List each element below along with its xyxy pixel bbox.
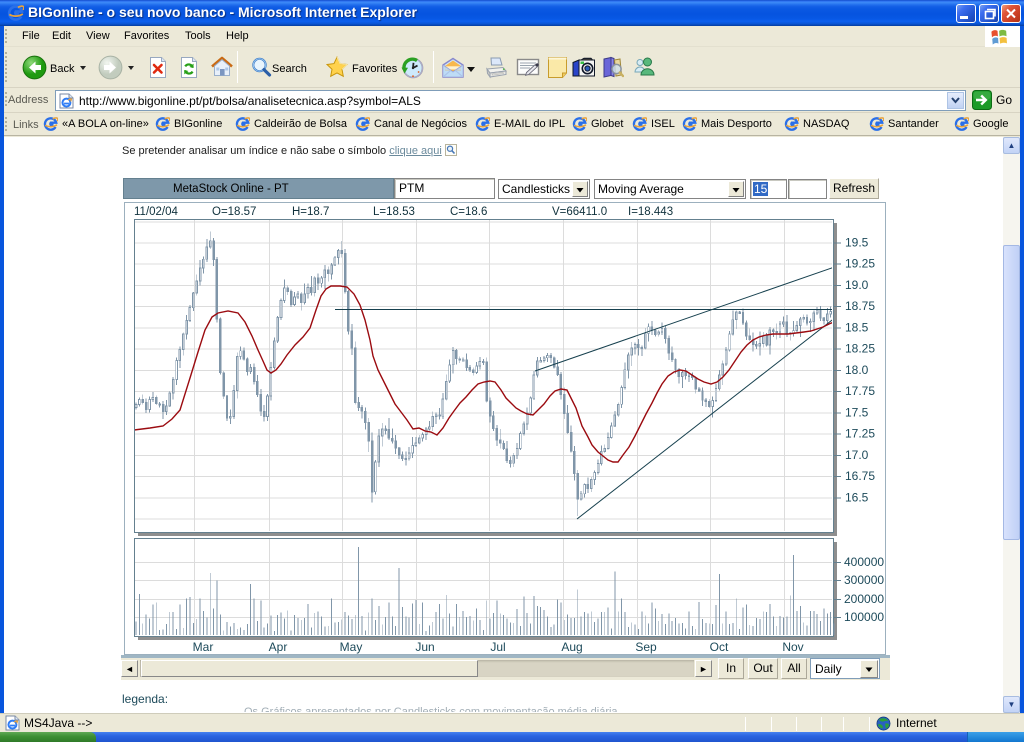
svg-text:I=18.443: I=18.443 — [628, 206, 673, 218]
svg-text:300000: 300000 — [844, 573, 884, 587]
svg-text:May: May — [340, 640, 363, 654]
svg-text:19.5: 19.5 — [845, 236, 869, 250]
svg-text:16.75: 16.75 — [845, 469, 875, 483]
svg-text:C=18.6: C=18.6 — [450, 206, 487, 218]
svg-text:19.25: 19.25 — [845, 257, 875, 271]
svg-text:19.0: 19.0 — [845, 278, 869, 292]
svg-text:L=18.53: L=18.53 — [373, 206, 415, 218]
svg-text:O=18.57: O=18.57 — [212, 206, 256, 218]
svg-text:Oct: Oct — [710, 640, 729, 654]
svg-text:Aug: Aug — [561, 640, 582, 654]
svg-text:V=66411.0: V=66411.0 — [552, 206, 607, 218]
svg-text:18.25: 18.25 — [845, 342, 875, 356]
svg-text:100000: 100000 — [844, 610, 884, 624]
svg-text:400000: 400000 — [844, 555, 884, 569]
svg-text:18.75: 18.75 — [845, 299, 875, 313]
svg-text:17.5: 17.5 — [845, 405, 869, 419]
svg-text:200000: 200000 — [844, 592, 884, 606]
svg-text:17.25: 17.25 — [845, 427, 875, 441]
svg-text:Jul: Jul — [490, 640, 505, 654]
svg-text:Jun: Jun — [415, 640, 434, 654]
svg-text:Sep: Sep — [635, 640, 657, 654]
svg-text:17.0: 17.0 — [845, 448, 869, 462]
svg-text:17.75: 17.75 — [845, 384, 875, 398]
svg-text:18.0: 18.0 — [845, 363, 869, 377]
svg-text:Nov: Nov — [782, 640, 803, 654]
svg-text:11/02/04: 11/02/04 — [134, 206, 179, 218]
svg-text:18.5: 18.5 — [845, 320, 869, 334]
svg-text:H=18.7: H=18.7 — [292, 206, 329, 218]
svg-text:16.5: 16.5 — [845, 490, 869, 504]
svg-text:Apr: Apr — [269, 640, 288, 654]
svg-text:Mar: Mar — [193, 640, 214, 654]
